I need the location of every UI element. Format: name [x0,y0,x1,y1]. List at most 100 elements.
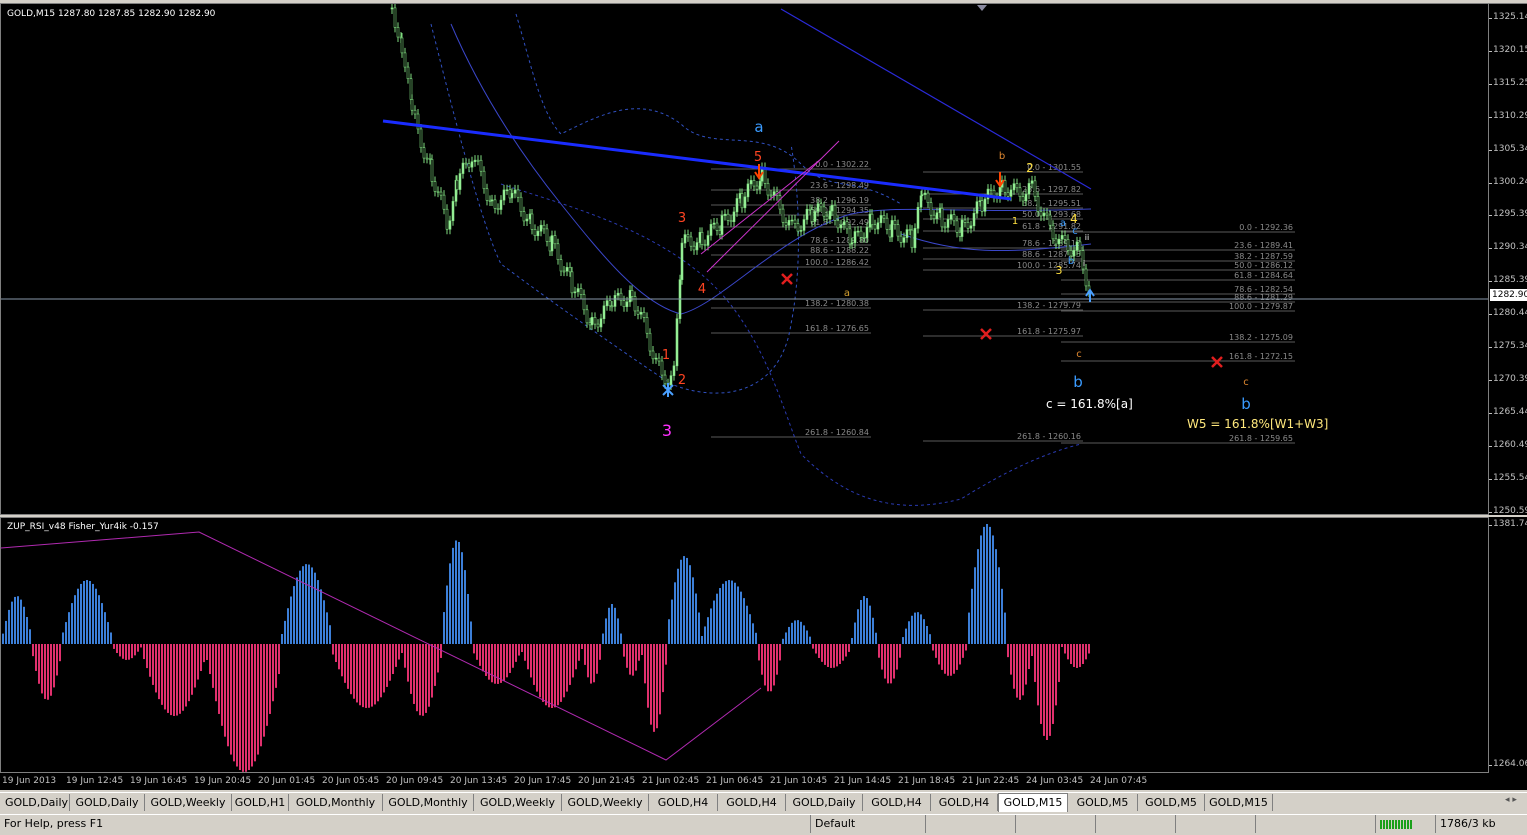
histogram-bar [527,644,529,670]
main-chart-window[interactable]: 0.0 - 1302.22 23.6 - 1298.49 38.2 - 1296.1… [0,3,1489,515]
histogram-bar [392,644,394,675]
price-tick: 1310.29 [1488,111,1527,121]
chart-tab[interactable]: GOLD,M15 [998,793,1068,812]
histogram-bar [821,644,823,662]
candle-body [972,213,976,227]
candle-body [689,236,693,247]
histogram-bar [464,570,466,644]
up-arrow-marker-icon[interactable] [1085,288,1095,302]
chart-tab[interactable]: GOLD,Weekly [562,794,649,811]
histogram-bar [293,586,295,644]
candle-body [562,270,566,273]
histogram-bar [695,593,697,644]
candle-body [669,375,673,386]
candle-body [859,230,863,238]
histogram-bar [674,582,676,644]
candle-body [570,271,574,294]
histogram-bar [992,535,994,644]
histogram-bar [1019,644,1021,700]
chart-tab[interactable]: GOLD,M5 [1068,794,1138,811]
chart-tab[interactable]: GOLD,Monthly [289,794,383,811]
histogram-bar [35,644,37,671]
histogram-bar [329,625,331,644]
cross-marker-icon[interactable] [781,273,793,285]
histogram-bar [812,644,814,649]
scroll-marker-icon[interactable] [977,5,987,11]
histogram-bar [182,644,184,711]
histogram-bar [92,583,94,644]
histogram-bar [980,535,982,644]
arrow-marker-icon[interactable] [662,383,674,397]
candle-body [799,230,803,232]
cross-marker-icon[interactable] [1211,356,1223,368]
histogram-bar [65,622,67,644]
candle-body [816,203,820,212]
candle-body [752,180,756,187]
histogram-bar [191,644,193,695]
chart-tab[interactable]: GOLD,Weekly [474,794,562,811]
candle-body [755,185,759,190]
connection-indicator-icon[interactable] [1375,815,1435,833]
chart-tab[interactable]: GOLD,H4 [863,794,931,811]
candle-body [602,305,606,320]
histogram-bar [422,644,424,716]
fib-level-label: 161.8 - 1275.97 [1017,327,1081,336]
price-tick: 1260.49 [1488,440,1527,450]
histogram-bar [425,644,427,713]
candle-body [830,204,834,212]
candle-body [530,213,534,230]
candle-body [1054,238,1058,245]
chart-tab[interactable]: GOLD,Daily [4,794,70,811]
histogram-bar [494,644,496,684]
candle-body [553,235,557,245]
price-tick: 1255.54 [1488,473,1527,483]
cross-marker-icon[interactable] [980,328,992,340]
candle-body [422,147,426,159]
candle-body [464,162,468,165]
histogram-bar [869,605,871,644]
histogram-bar [20,599,22,644]
candle-body [525,218,529,222]
indicator-window[interactable]: ZUP_RSI_v48 Fisher_Yur4ik -0.157 [0,517,1489,773]
histogram-bar [308,564,310,644]
candle-body [850,242,854,245]
time-tick: 19 Jun 2013 [2,776,57,786]
candle-body [836,220,840,229]
histogram-bar [233,644,235,762]
chart-tab[interactable]: GOLD,Monthly [383,794,474,811]
chart-tab[interactable]: GOLD,H4 [649,794,718,811]
indicator-canvas[interactable] [1,518,1489,773]
histogram-bar [911,615,913,644]
candle-body [1003,180,1007,193]
histogram-bar [848,644,850,652]
fib-level-label: 38.2 - 1295.51 [1022,199,1081,208]
histogram-bar [203,644,205,663]
histogram-bar [1025,644,1027,685]
candle-body [493,199,497,209]
histogram-bar [926,626,928,644]
chart-tab[interactable]: GOLD,H1 [232,794,289,811]
wave-label-three-red: 3 [678,211,686,226]
chart-tab[interactable]: GOLD,H4 [718,794,786,811]
price-chart-canvas[interactable]: 0.0 - 1302.2223.6 - 1298.4938.2 - 1296.1… [1,4,1489,515]
fib-level-label: 138.2 - 1280.38 [805,299,869,308]
histogram-bar [779,644,781,661]
chart-tab[interactable]: GOLD,Weekly [145,794,232,811]
candle-body [769,194,773,197]
chart-tab[interactable]: GOLD,Daily [786,794,863,811]
chart-tab[interactable]: GOLD,M5 [1138,794,1205,811]
candle-body [746,183,750,198]
candle-body [582,294,586,311]
chart-tab[interactable]: GOLD,M15 [1205,794,1273,811]
chart-tab[interactable]: GOLD,Daily [70,794,145,811]
histogram-bar [47,644,49,700]
fib-level-label: 261.8 - 1260.84 [805,428,869,437]
histogram-bar [761,644,763,675]
chart-tab[interactable]: GOLD,H4 [931,794,998,811]
histogram-bar [557,644,559,706]
histogram-bar [1064,644,1066,654]
histogram-bar [206,644,208,660]
candle-body [522,211,526,222]
histogram-bar [41,644,43,694]
tab-scroll-arrows[interactable]: ◂ ▸ [1505,795,1527,805]
